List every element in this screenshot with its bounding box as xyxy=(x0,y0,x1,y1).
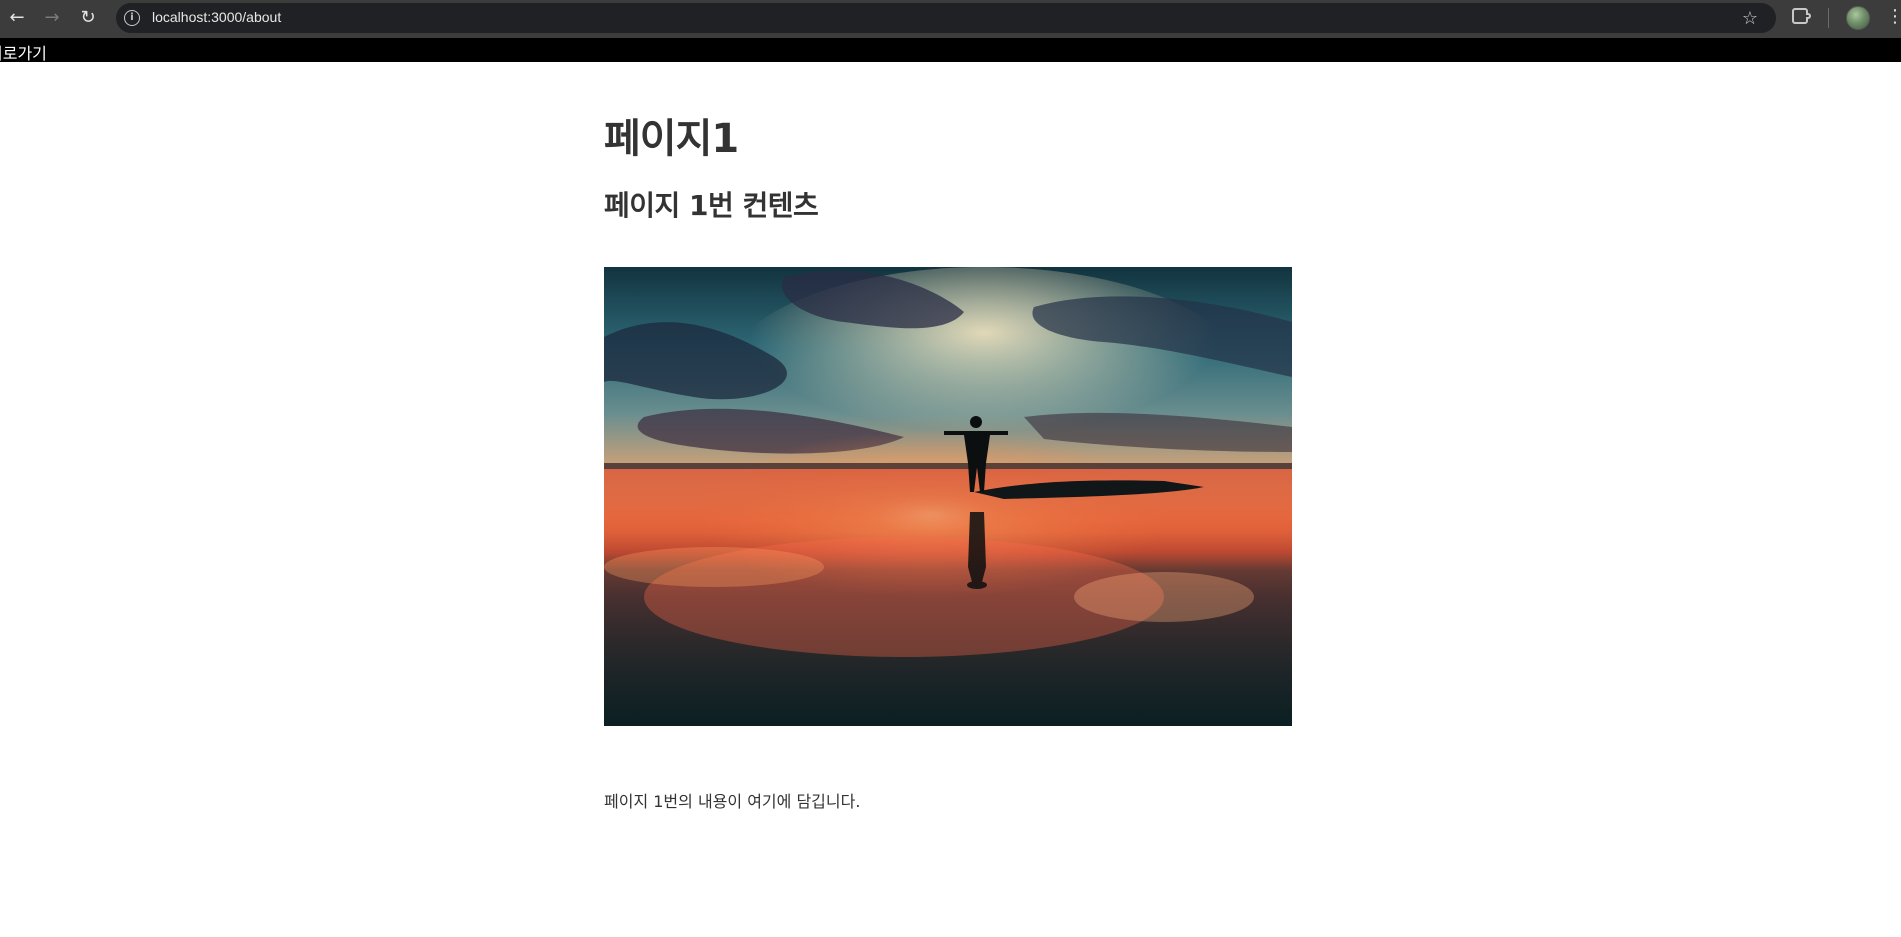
info-icon[interactable]: i xyxy=(124,10,140,26)
star-icon[interactable]: ☆ xyxy=(1742,8,1758,29)
page-subtitle: 페이지 1번 컨텐츠 xyxy=(604,189,819,222)
back-button[interactable]: ← xyxy=(3,4,31,32)
kebab-menu-icon[interactable]: ⋮ xyxy=(1886,6,1901,28)
browser-toolbar: ← → ↻ i localhost:3000/about ☆ ⋮ xyxy=(0,0,1901,39)
address-bar[interactable]: i localhost:3000/about ☆ xyxy=(116,3,1776,33)
toolbar-divider xyxy=(1828,8,1829,28)
forward-button[interactable]: → xyxy=(38,4,66,32)
hero-image xyxy=(604,267,1292,726)
top-nav-bar: 뒤로가기 xyxy=(0,38,1901,64)
back-link[interactable]: 뒤로가기 xyxy=(0,40,47,64)
arrow-left-icon: ← xyxy=(9,7,25,28)
reload-icon: ↻ xyxy=(80,7,96,28)
page-body-text: 페이지 1번의 내용이 여기에 담깁니다. xyxy=(604,792,861,811)
arrow-right-icon: → xyxy=(44,7,60,28)
avatar[interactable] xyxy=(1846,6,1870,30)
puzzle-icon[interactable] xyxy=(1792,8,1811,24)
url-text[interactable]: localhost:3000/about xyxy=(152,9,281,25)
reload-button[interactable]: ↻ xyxy=(74,4,102,32)
page-title: 페이지1 xyxy=(604,116,739,162)
